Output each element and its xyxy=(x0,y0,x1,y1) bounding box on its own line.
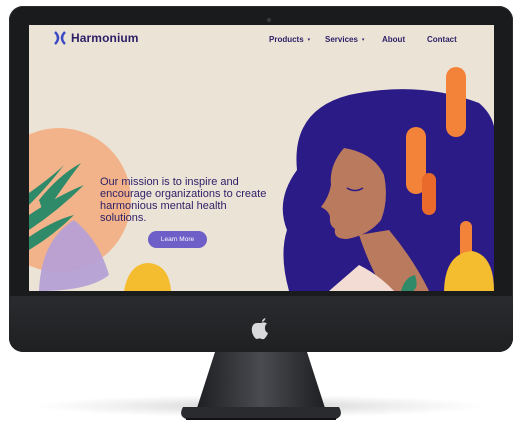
nav-about[interactable]: About xyxy=(382,35,405,44)
mission-statement: Our mission is to inspire and encourage … xyxy=(100,176,267,224)
nav-contact[interactable]: Contact xyxy=(427,35,457,44)
orange-pill-top-shape xyxy=(446,67,466,137)
nav-services[interactable]: Services ▾ xyxy=(325,35,364,44)
nav-contact-label: Contact xyxy=(427,35,457,44)
brand-name: Harmonium xyxy=(71,31,139,45)
brand-logo[interactable]: Harmonium xyxy=(53,31,139,45)
learn-more-button[interactable]: Learn More xyxy=(148,231,207,248)
caret-down-icon: ▾ xyxy=(361,36,365,43)
nav-products[interactable]: Products ▾ xyxy=(269,35,310,44)
monitor-stand xyxy=(181,352,341,420)
yellow-bush-left-shape xyxy=(124,263,171,291)
orange-pill-small-shape xyxy=(422,173,436,215)
nav-products-label: Products xyxy=(269,35,304,44)
caret-down-icon: ▾ xyxy=(307,36,311,43)
hero-illustration xyxy=(29,67,494,291)
camera-icon xyxy=(267,18,271,22)
top-nav: Harmonium Products ▾ Services ▾ About Co… xyxy=(29,25,494,57)
nav-about-label: About xyxy=(382,35,406,44)
apple-logo-icon xyxy=(251,318,268,340)
website-screen: Harmonium Products ▾ Services ▾ About Co… xyxy=(29,25,494,291)
harmonium-logo-icon xyxy=(54,31,66,45)
nav-services-label: Services xyxy=(325,35,358,44)
